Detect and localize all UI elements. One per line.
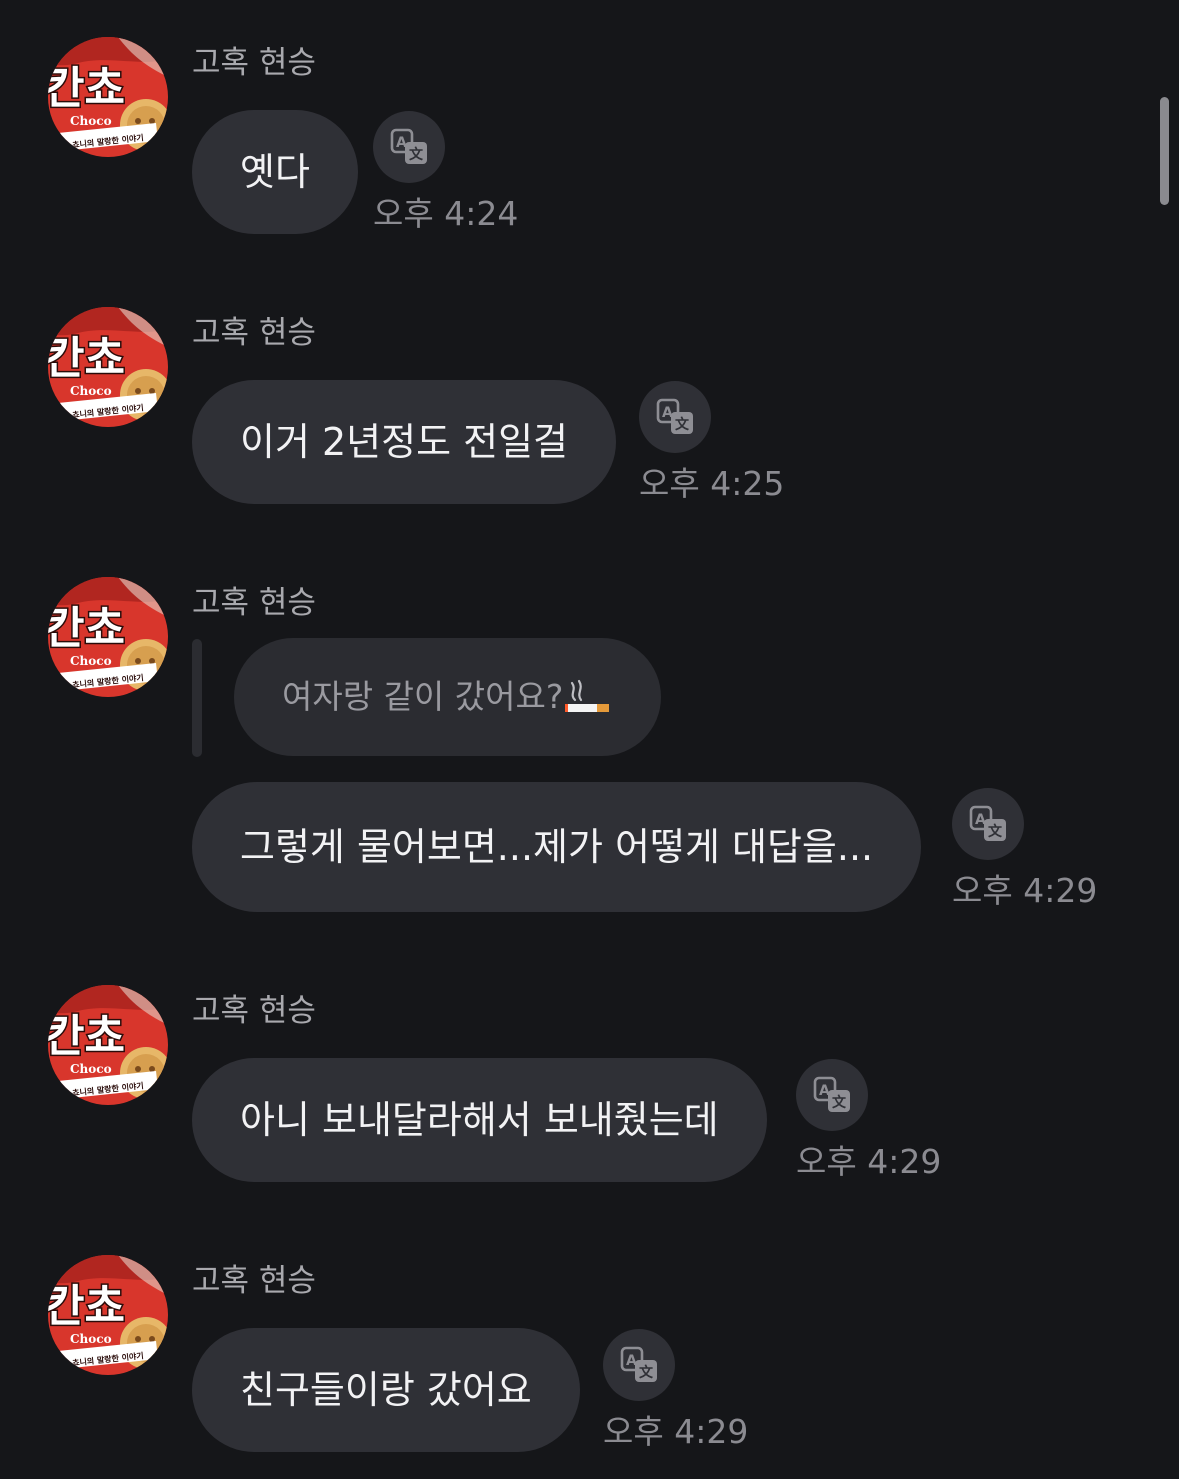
translate-icon — [654, 396, 696, 438]
quoted-message-text: 여자랑 같이 갔어요? — [282, 677, 564, 716]
sender-name: 고혹 현승 — [192, 1263, 316, 1299]
avatar[interactable] — [48, 577, 168, 697]
message-time: 오후 4:29 — [603, 1412, 749, 1451]
message-bubble[interactable]: 이거 2년정도 전일걸 — [192, 380, 617, 504]
translate-icon — [967, 803, 1009, 845]
scrollbar[interactable] — [1160, 97, 1169, 205]
sender-name: 고혹 현승 — [192, 585, 316, 621]
sender-name: 고혹 현승 — [192, 315, 316, 351]
quoted-message[interactable]: 여자랑 같이 갔어요? — [234, 638, 662, 756]
translate-button[interactable] — [952, 788, 1024, 860]
sender-name: 고혹 현승 — [192, 45, 316, 81]
avatar[interactable] — [48, 37, 168, 157]
reply-indicator-bar — [192, 639, 202, 757]
avatar[interactable] — [48, 1255, 168, 1375]
message-time: 오후 4:25 — [639, 464, 785, 503]
message-time: 오후 4:29 — [952, 871, 1098, 910]
avatar[interactable] — [48, 307, 168, 427]
message-bubble[interactable]: 친구들이랑 갔어요 — [192, 1328, 580, 1452]
message-bubble[interactable]: 아니 보내달라해서 보내줬는데 — [192, 1058, 767, 1182]
message-bubble[interactable]: 그렇게 물어보면...제가 어떻게 대답을... — [192, 782, 922, 912]
cigarette-emoji-icon — [565, 679, 610, 712]
sender-name: 고혹 현승 — [192, 993, 316, 1029]
translate-icon — [811, 1074, 853, 1116]
avatar[interactable] — [48, 985, 168, 1105]
message-time: 오후 4:24 — [373, 194, 519, 233]
message-time: 오후 4:29 — [796, 1142, 942, 1181]
translate-icon — [618, 1344, 660, 1386]
translate-button[interactable] — [796, 1059, 868, 1131]
translate-icon — [388, 126, 430, 168]
translate-button[interactable] — [603, 1329, 675, 1401]
message-bubble[interactable]: 옛다 — [192, 110, 358, 234]
translate-button[interactable] — [639, 381, 711, 453]
translate-button[interactable] — [373, 111, 445, 183]
